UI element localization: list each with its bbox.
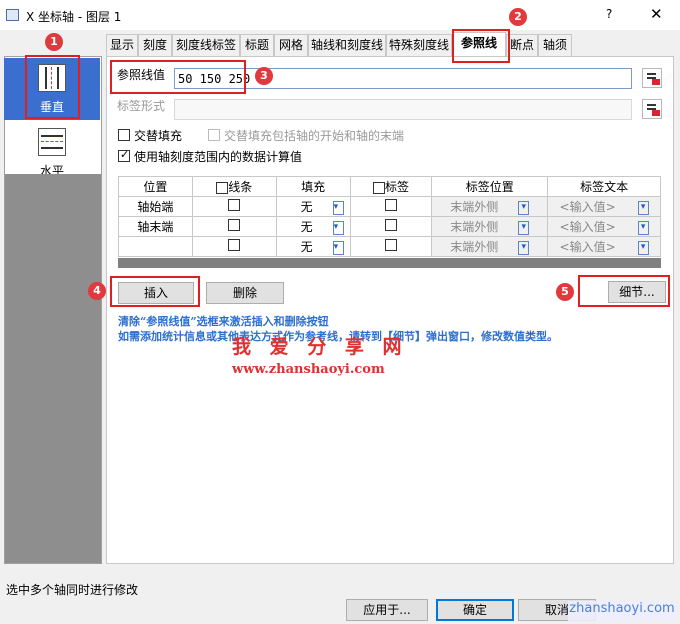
row-label-text-select[interactable]: <输入值> ▾ [547,196,661,217]
row-line-cell[interactable] [191,196,277,217]
col-line[interactable]: 线条 [191,176,277,197]
use-scale-range-checkbox[interactable]: ✓ [118,148,130,162]
delete-button[interactable]: 删除 [206,282,284,304]
row-position: 轴末端 [118,216,193,237]
row-label-cell[interactable] [349,216,433,237]
ref-values-picker-button[interactable] [642,68,662,88]
fill-ends-label: 交替填充包括轴的开始和轴的末端 [224,129,405,143]
tab-line-ticks[interactable]: 轴线和刻度线 [308,34,386,56]
highlight-box-ref-label [110,60,246,94]
row-label-position-select[interactable]: 末端外侧 ▾ [431,236,549,257]
fill-ends-checkbox [208,129,220,141]
tab-display[interactable]: 显示 [106,34,138,56]
table-row: 轴末端 无 ▾ 末端外侧 ▾ <输入值> ▾ [118,216,661,237]
highlight-box-tab [452,29,510,63]
step-badge-4: 4 [88,282,106,300]
horizontal-axis-icon [38,128,66,156]
col-fill: 填充 [275,176,351,197]
table-footer-bar [118,258,661,268]
row-label-text-select[interactable]: <输入值> ▾ [547,216,661,237]
ok-button[interactable]: 确定 [436,599,514,621]
step-badge-5: 5 [556,283,574,301]
highlight-box-insert [110,276,200,307]
tab-title[interactable]: 标题 [240,34,274,56]
col-label-text: 标签文本 [547,176,661,197]
row-label-cell[interactable] [349,196,433,217]
tab-rug[interactable]: 轴须 [538,34,572,56]
alternate-fill-checkbox[interactable] [118,129,130,141]
row-position: 轴始端 [118,196,193,217]
note-line-1: 清除“参照线值”选框来激活插入和删除按钮 [118,315,329,328]
alternate-fill-label: 交替填充 [134,129,183,143]
help-button[interactable]: ? [606,7,612,21]
use-scale-range-label: 使用轴刻度范围内的数据计算值 [134,150,303,164]
col-label-position: 标签位置 [431,176,549,197]
row-label-position-select[interactable]: 末端外侧 ▾ [431,216,549,237]
window-title: X 坐标轴 - 图层 1 [26,10,122,24]
row-label-cell[interactable] [349,236,433,257]
step-badge-3: 3 [255,67,273,85]
col-label[interactable]: 标签 [349,176,433,197]
tab-special-ticks[interactable]: 特殊刻度线 [386,34,452,56]
step-badge-1: 1 [45,33,63,51]
row-fill-select[interactable]: 无 ▾ [275,236,351,257]
label-format-input [174,99,632,120]
watermark-url: www.zhanshaoyi.com [232,362,385,377]
row-fill-select[interactable]: 无 ▾ [275,196,351,217]
apply-to-button[interactable]: 应用于... [346,599,428,621]
row-label-text-select[interactable]: <输入值> ▾ [547,236,661,257]
status-text: 选中多个轴同时进行修改 [6,583,139,597]
reference-lines-table: 位置 线条 填充 标签 标签位置 标签文本 轴始端 无 ▾ 末端外侧 ▾ <输入值>… [118,176,661,257]
watermark-title: 我 爱 分 享 网 [232,336,408,358]
tab-tick-labels[interactable]: 刻度线标签 [172,34,240,56]
step-badge-2: 2 [509,8,527,26]
row-label-position-select[interactable]: 末端外侧 ▾ [431,196,549,217]
table-row: 轴始端 无 ▾ 末端外侧 ▾ <输入值> ▾ [118,196,661,217]
row-line-cell[interactable] [191,216,277,237]
row-position [118,236,193,257]
table-row: 无 ▾ 末端外侧 ▾ <输入值> ▾ [118,236,661,257]
highlight-box-detail [578,275,670,307]
watermark-corner: zhanshaoyi.com [568,601,676,621]
row-fill-select[interactable]: 无 ▾ [275,216,351,237]
window-icon [6,9,19,21]
highlight-box-vertical [25,55,80,119]
row-line-cell[interactable] [191,236,277,257]
tab-breaks[interactable]: 断点 [506,34,538,56]
label-format-picker-button[interactable] [642,99,662,119]
tab-scale[interactable]: 刻度 [138,34,172,56]
label-format-label: 标签形式 [117,99,166,113]
sidebar-empty-area [5,174,101,563]
tab-grid[interactable]: 网格 [274,34,308,56]
close-icon[interactable]: ✕ [650,5,663,23]
col-position: 位置 [118,176,193,197]
